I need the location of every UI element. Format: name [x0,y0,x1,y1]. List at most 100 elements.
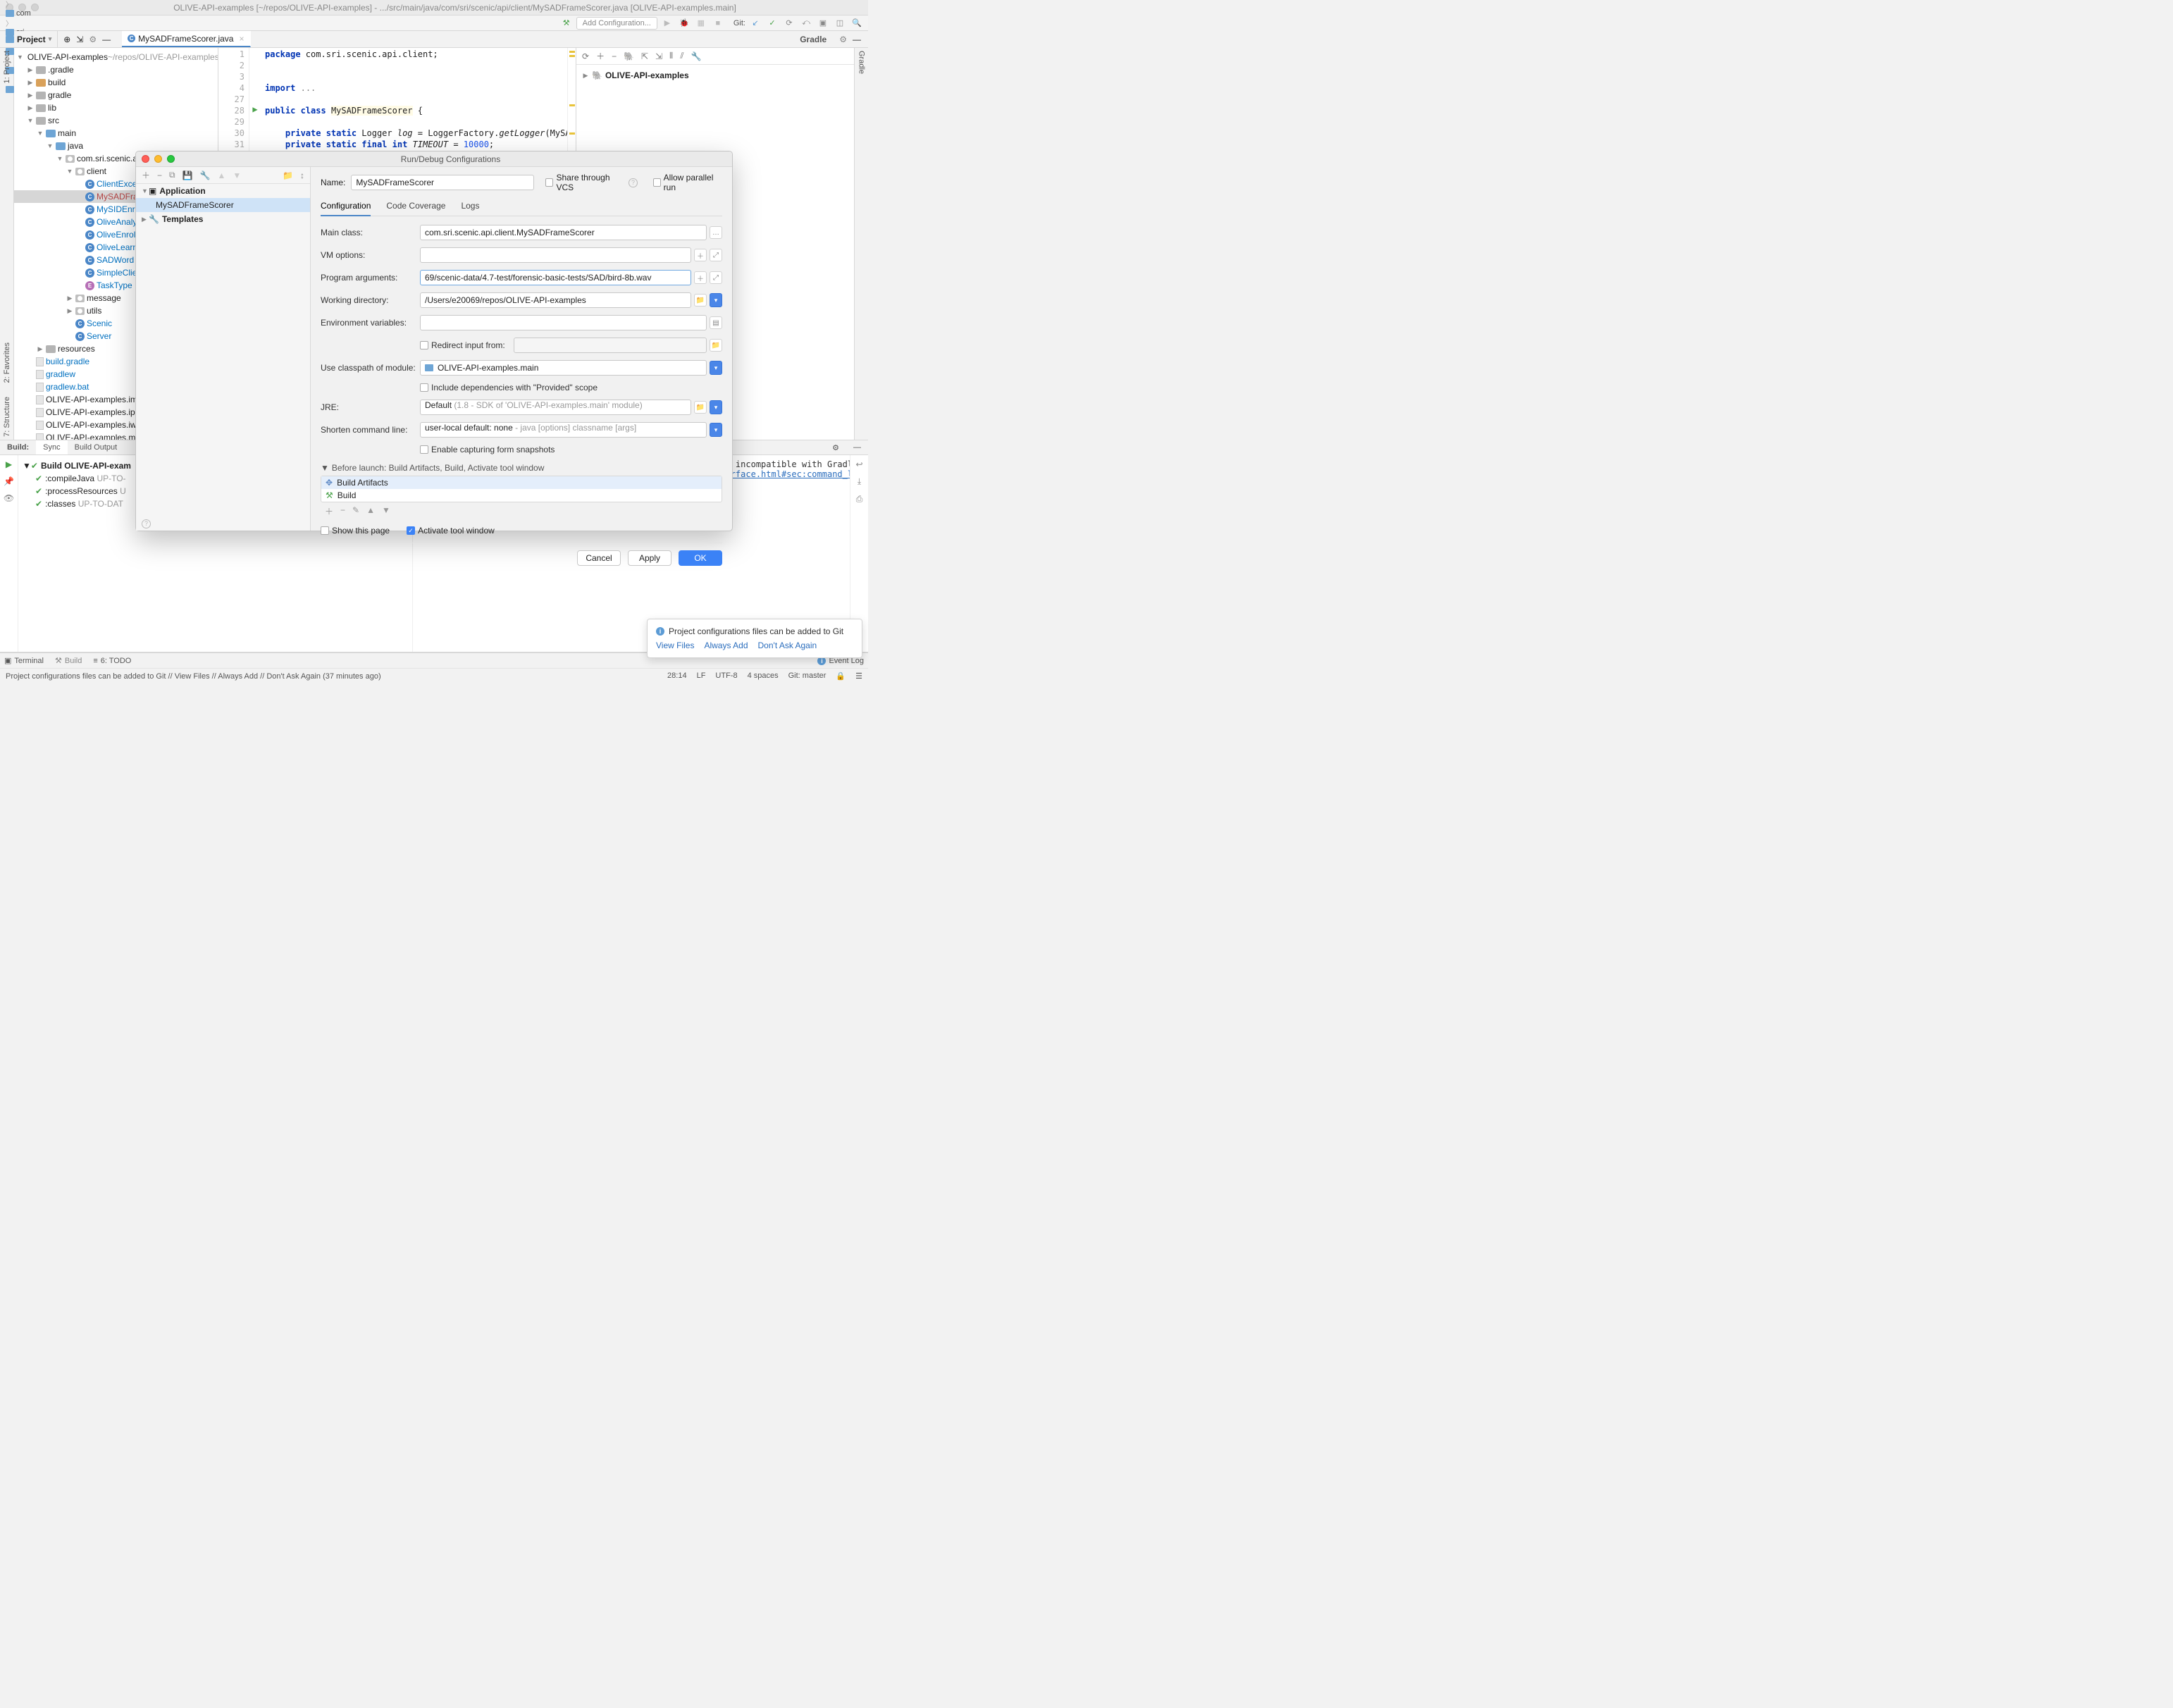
shorten-cmd-select[interactable]: user-local default: none - java [options… [420,422,707,438]
side-tab-project[interactable]: 1: Project [3,51,11,83]
notif-dont-ask[interactable]: Don't Ask Again [758,640,817,650]
hide-icon[interactable]: — [846,440,868,454]
rerun-icon[interactable]: ▶ [6,459,12,469]
breadcrumb-item[interactable]: com [4,9,92,18]
ide-settings-icon[interactable]: ◫ [833,17,847,30]
ide-presentation-icon[interactable]: ▣ [816,17,830,30]
gradle-offline-icon[interactable]: ⫽ [680,51,683,61]
tree-row[interactable]: ▶build [14,76,218,89]
gear-icon[interactable]: ⚙ [839,35,847,44]
tab-build[interactable]: ⚒ Build [55,656,82,665]
apply-button[interactable]: Apply [628,550,671,566]
hide-icon[interactable]: — [853,35,861,44]
activate-tool-window-checkbox[interactable]: ✓Activate tool window [407,526,495,536]
notif-always-add[interactable]: Always Add [704,640,748,650]
status-enc[interactable]: UTF-8 [715,672,737,681]
status-lock-icon[interactable]: 🔒 [836,672,846,681]
vcs-commit-icon[interactable]: ✓ [765,17,779,30]
edit-task-icon[interactable]: ✎ [352,505,359,517]
locate-icon[interactable]: ⊕ [63,35,70,44]
sort-icon[interactable]: ↕ [300,171,304,180]
snapshot-checkbox[interactable]: Enable capturing form snapshots [420,445,722,454]
run-icon[interactable]: ▶ [660,17,674,30]
show-this-page-checkbox[interactable]: Show this page [321,526,390,536]
dialog-zoom-icon[interactable] [167,155,175,163]
provided-scope-checkbox[interactable]: Include dependencies with "Provided" sco… [420,383,722,392]
vm-options-input[interactable] [420,247,691,263]
env-vars-input[interactable] [420,315,707,330]
folder-icon[interactable]: 📁 [283,171,293,180]
classpath-select[interactable]: OLIVE-API-examples.main [420,360,707,376]
soft-wrap-icon[interactable]: ↩ [855,459,862,469]
add-config-icon[interactable]: ＋ [142,169,150,181]
working-dir-input[interactable] [420,292,691,308]
cfg-item-mysadframescorer[interactable]: MySADFrameScorer [136,198,310,212]
run-gutter-icon[interactable]: ▶ [249,104,261,116]
gradle-task-icon[interactable]: 🐘 [624,51,634,61]
save-config-icon[interactable]: 💾 [182,171,193,180]
tab-terminal[interactable]: ▣ Terminal [4,656,44,665]
gradle-collapse-icon[interactable]: ⇲ [655,51,662,61]
main-class-input[interactable] [420,225,707,240]
gear-icon[interactable]: ⚙ [825,440,846,454]
side-tab-gradle[interactable]: Gradle [858,51,866,74]
allow-parallel-checkbox[interactable]: Allow parallel run [653,173,722,192]
before-launch-header[interactable]: ▼Before launch: Build Artifacts, Build, … [321,463,722,473]
remove-task-icon[interactable]: − [340,505,345,517]
vcs-history-icon[interactable]: ⟳ [782,17,796,30]
debug-icon[interactable]: 🐞 [677,17,691,30]
copy-config-icon[interactable]: ⧉ [169,170,175,180]
expand-icon[interactable]: ⤢ [710,249,722,261]
vcs-update-icon[interactable]: ↙ [748,17,762,30]
cfg-node-templates[interactable]: ▶🔧 Templates [136,212,310,226]
side-tab-structure[interactable]: 7: Structure [3,397,11,437]
name-input[interactable] [351,175,534,190]
gradle-root[interactable]: ▶ 🐘 OLIVE-API-examples [582,69,848,82]
status-spaces[interactable]: 4 spaces [748,672,779,681]
dropdown-icon[interactable]: ▾ [710,361,722,375]
dropdown-icon[interactable]: ▾ [710,400,722,414]
status-branch[interactable]: Git: master [788,672,827,681]
close-tab-icon[interactable]: × [239,34,244,44]
vcs-revert-icon[interactable]: ⤺ [799,17,813,30]
expand-icon[interactable]: ⤢ [710,271,722,284]
status-lf[interactable]: LF [697,672,706,681]
move-down-icon[interactable]: ▼ [233,171,241,180]
tree-row[interactable]: ▶.gradle [14,63,218,76]
tab-todo[interactable]: ≡ 6: TODO [93,657,131,665]
program-args-input[interactable] [420,270,691,285]
build-tab-output[interactable]: Build Output [68,440,125,454]
pin-icon[interactable]: 📌 [4,476,14,486]
move-up-icon[interactable]: ▲ [366,505,375,517]
browse-icon[interactable]: 📁 [694,401,707,414]
tree-row[interactable]: ▶gradle [14,89,218,101]
build-tab-sync[interactable]: Sync [36,440,67,454]
dialog-close-icon[interactable] [142,155,149,163]
ok-button[interactable]: OK [679,550,722,566]
jre-select[interactable]: Default (1.8 - SDK of 'OLIVE-API-example… [420,400,691,415]
gear-icon[interactable]: ⚙ [89,35,97,44]
wrench-icon[interactable]: 🔧 [200,171,211,180]
tab-logs[interactable]: Logs [461,198,479,216]
tree-row[interactable]: ▶lib [14,101,218,114]
editor-tab[interactable]: C MySADFrameScorer.java × [122,31,250,47]
gradle-add-icon[interactable]: ＋ [596,50,605,62]
collapse-icon[interactable]: ⇲ [76,35,83,44]
eye-icon[interactable]: 👁 [4,493,14,503]
tab-configuration[interactable]: Configuration [321,198,371,216]
browse-icon[interactable]: … [710,226,722,239]
dialog-minimize-icon[interactable] [154,155,162,163]
insert-icon[interactable]: ＋ [694,271,707,284]
status-pos[interactable]: 28:14 [667,672,687,681]
tab-code-coverage[interactable]: Code Coverage [386,198,445,216]
status-notif-icon[interactable]: ☰ [855,672,862,681]
tree-row[interactable]: ▼src [14,114,218,127]
before-launch-item[interactable]: ✥Build Artifacts [321,476,722,489]
dropdown-icon[interactable]: ▾ [710,293,722,307]
build-hammer-icon[interactable]: ⚒ [559,17,574,30]
before-launch-item[interactable]: ⚒Build [321,489,722,502]
side-tab-favorites[interactable]: 2: Favorites [3,342,11,383]
coverage-icon[interactable]: ▦ [694,17,708,30]
browse-folder-icon[interactable]: 📁 [694,294,707,307]
redirect-input-checkbox[interactable]: Redirect input from: 📁 [420,338,722,353]
